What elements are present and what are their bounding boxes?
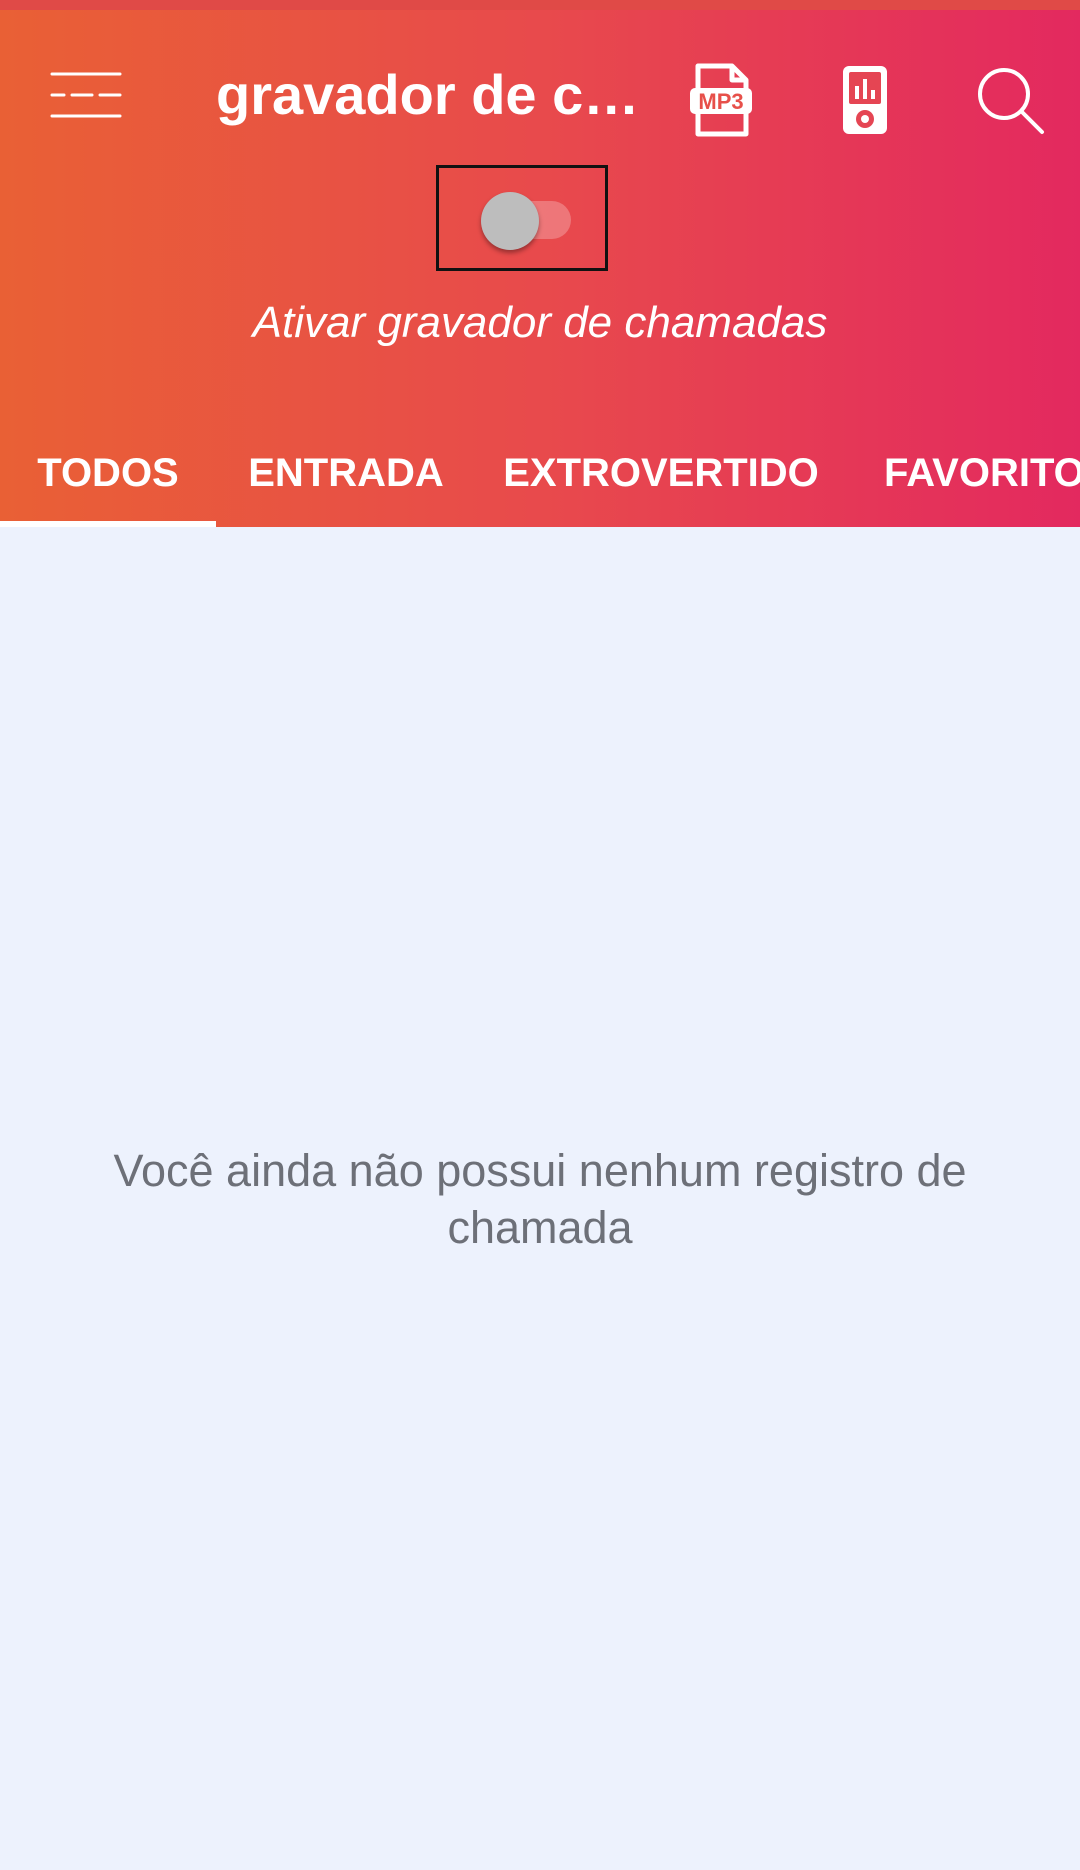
tab-todos[interactable]: TODOS (0, 420, 216, 527)
recorder-toggle-caption: Ativar gravador de chamadas (252, 298, 828, 347)
tab-favorito[interactable]: FAVORITO (846, 420, 1080, 527)
mp3-button[interactable]: MP3 (676, 50, 766, 150)
svg-text:MP3: MP3 (698, 89, 743, 114)
search-button[interactable] (960, 50, 1060, 150)
music-player-icon (843, 66, 887, 134)
mp3-file-icon: MP3 (690, 63, 752, 137)
search-icon (978, 68, 1044, 134)
tab-entrada[interactable]: ENTRADA (216, 420, 476, 527)
menu-button[interactable] (36, 50, 136, 140)
tab-extrovertido[interactable]: EXTROVERTIDO (476, 420, 846, 527)
app-header: gravador de c… MP3 Ativar gravador de ch… (0, 0, 1080, 527)
empty-state-message: Você ainda não possui nenhum registro de… (113, 1145, 967, 1253)
tab-bar: TODOS ENTRADA EXTROVERTIDO FAVORITO (0, 420, 1080, 527)
status-bar-strip (0, 0, 1080, 10)
menu-icon (50, 72, 122, 118)
recorder-toggle[interactable] (436, 165, 608, 271)
toggle-knob (481, 192, 539, 250)
selected-tab-indicator (0, 521, 216, 527)
music-player-button[interactable] (820, 50, 910, 150)
app-title: gravador de c… (216, 63, 640, 126)
